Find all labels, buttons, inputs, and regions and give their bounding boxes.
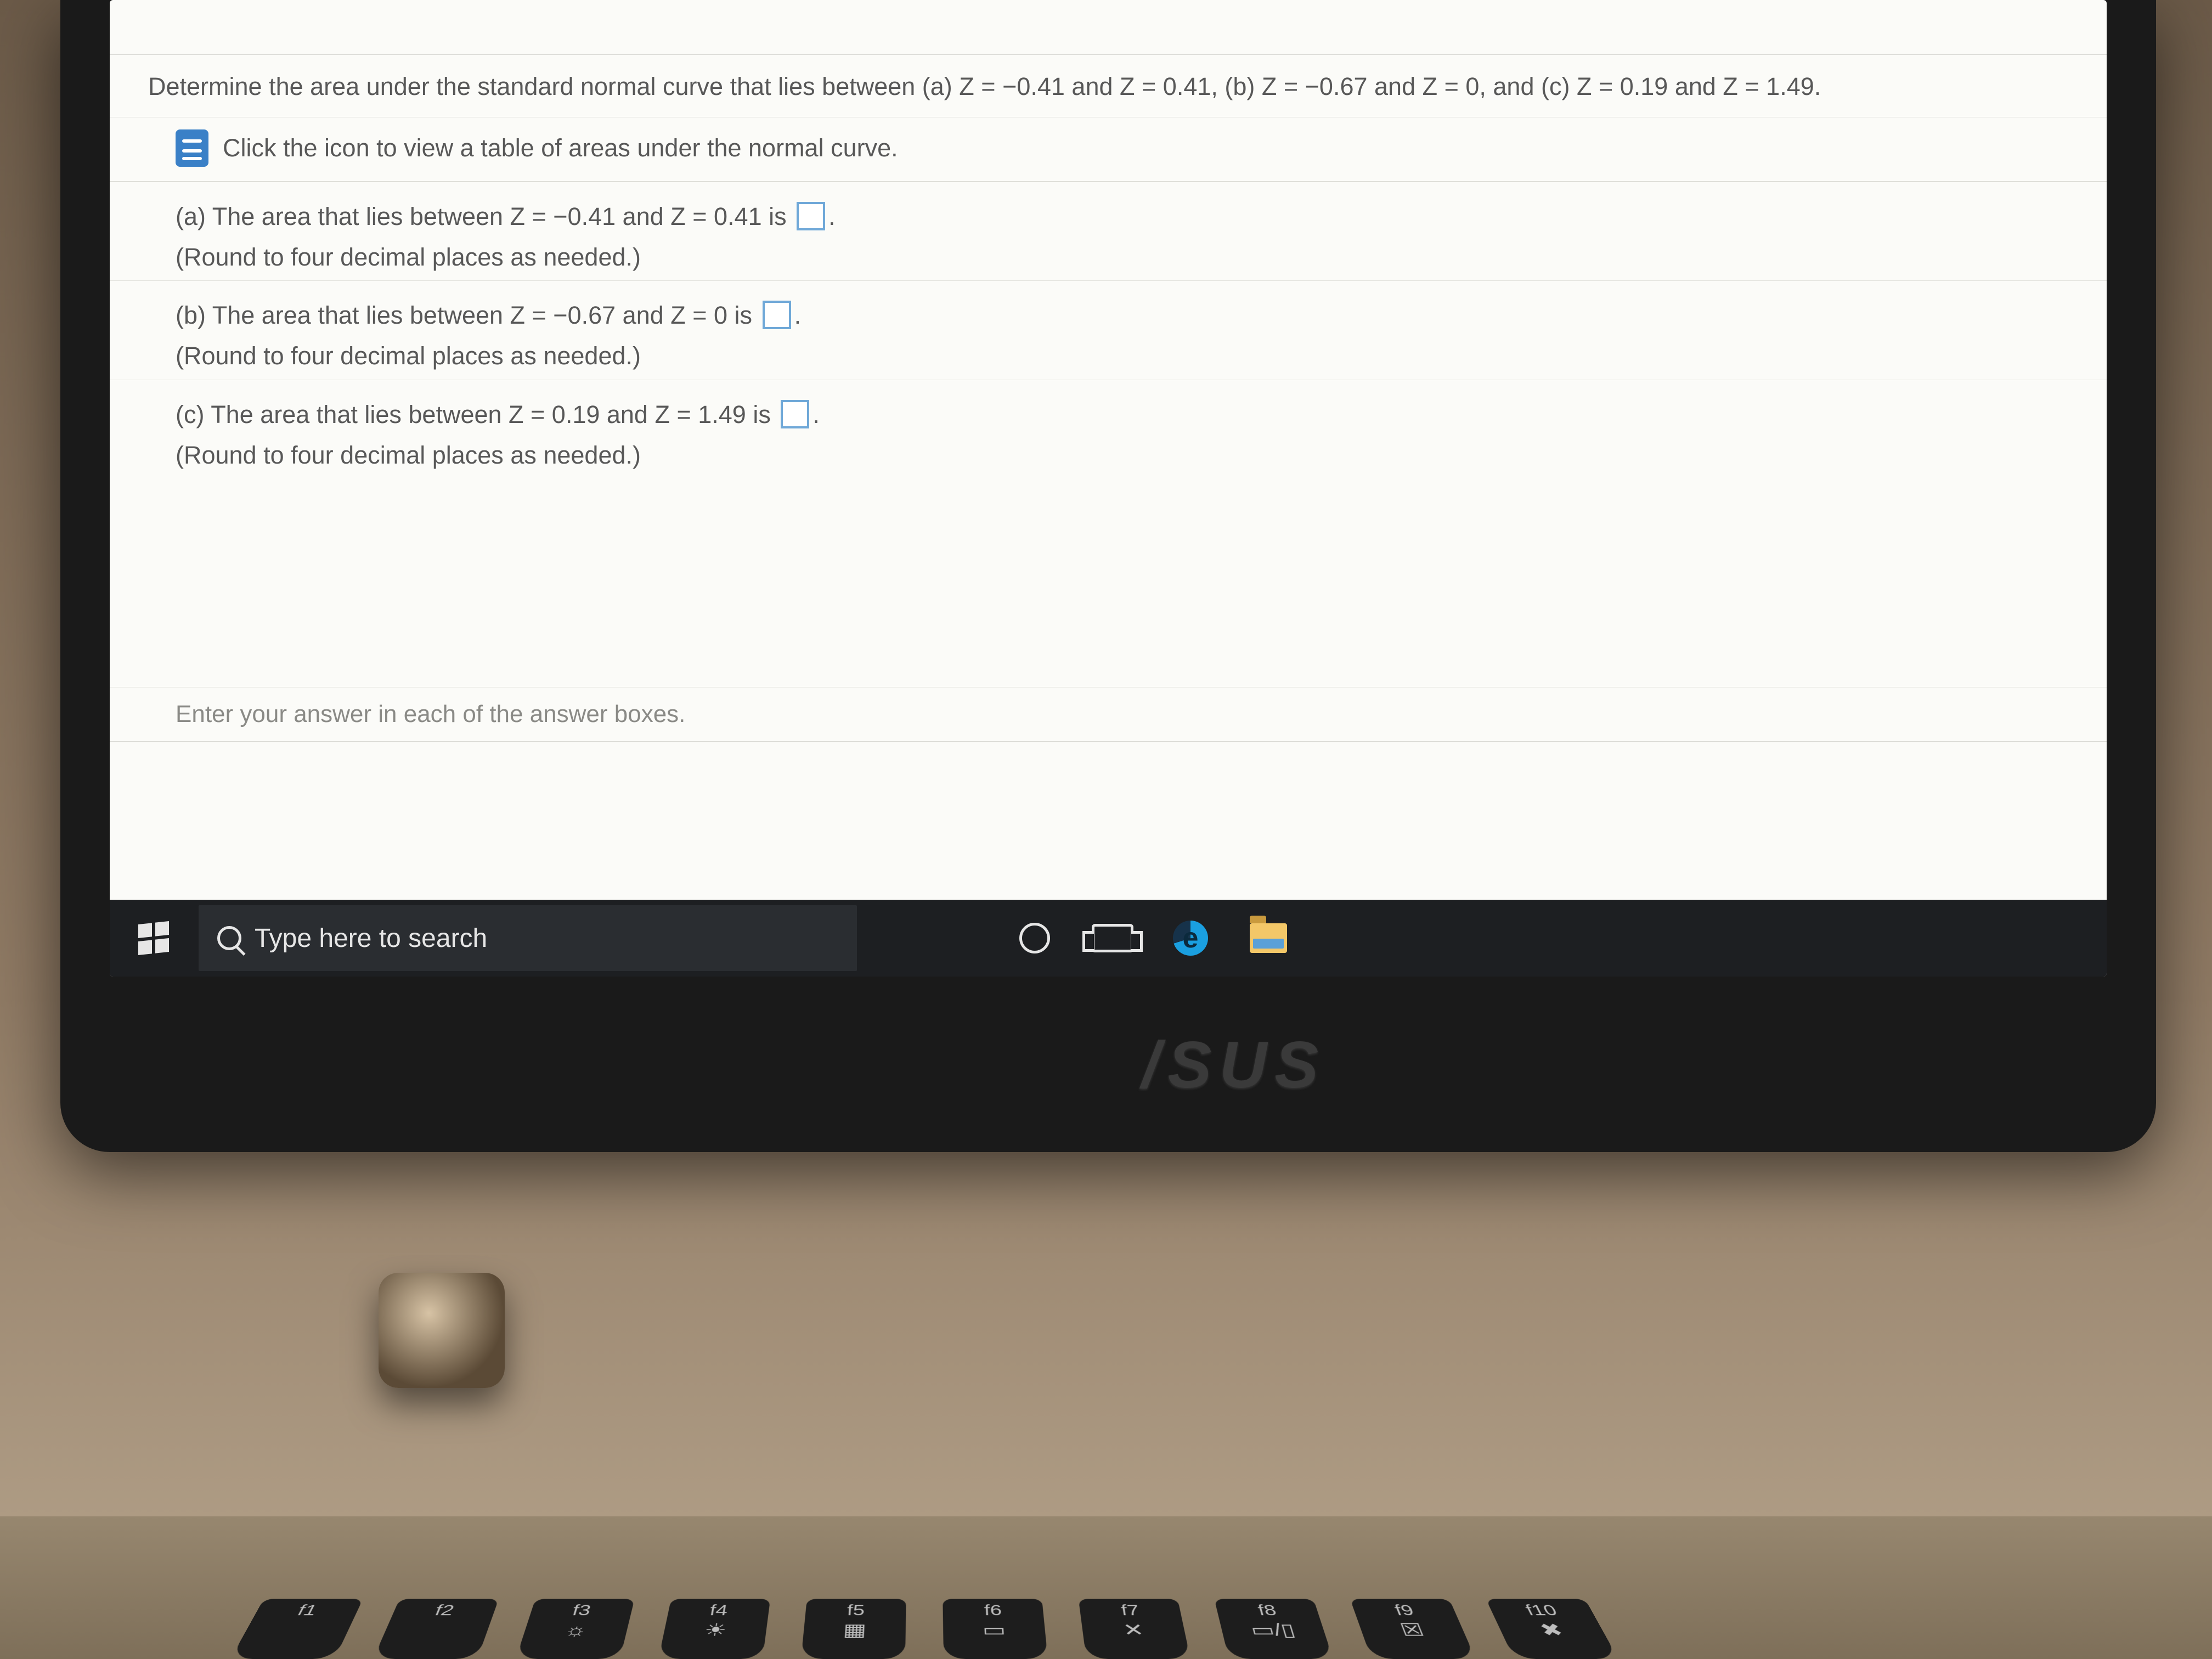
normal-table-link-text: Click the icon to view a table of areas … bbox=[223, 134, 898, 162]
laptop-hinge bbox=[379, 1273, 505, 1388]
edge-icon bbox=[1173, 921, 1208, 956]
key-f8: f8▭/▯ bbox=[1214, 1599, 1333, 1659]
part-c-text: The area that lies between Z = 0.19 and … bbox=[211, 400, 771, 428]
key-f3: f3☼ bbox=[516, 1599, 635, 1659]
browser-chrome-spacer bbox=[110, 0, 2107, 55]
part-a-text: The area that lies between Z = −0.41 and… bbox=[212, 202, 787, 230]
folder-icon bbox=[1250, 923, 1287, 953]
key-f9: f9☒ bbox=[1350, 1599, 1476, 1659]
part-a-label: (a) bbox=[176, 202, 206, 230]
key-f5: f5▦ bbox=[801, 1599, 906, 1659]
period: . bbox=[828, 202, 836, 230]
key-f6: f6▭ bbox=[943, 1599, 1048, 1659]
key-f7: f7✕ bbox=[1079, 1599, 1190, 1659]
windows-logo-icon bbox=[138, 921, 169, 955]
task-view-icon bbox=[1092, 924, 1133, 952]
keyboard-deck: f1 f2 f3☼ f4☀ f5▦ f6▭ f7✕ f8▭/▯ f9☒ f10✖ bbox=[0, 1516, 2212, 1659]
windows-taskbar: Type here to search bbox=[110, 900, 2107, 977]
cortana-button[interactable] bbox=[1002, 905, 1068, 971]
function-key-row: f1 f2 f3☼ f4☀ f5▦ f6▭ f7✕ f8▭/▯ f9☒ f10✖ bbox=[230, 1599, 1618, 1659]
edge-browser-button[interactable] bbox=[1158, 905, 1223, 971]
search-icon bbox=[217, 926, 241, 950]
part-b-text: The area that lies between Z = −0.67 and… bbox=[212, 301, 752, 329]
search-placeholder: Type here to search bbox=[255, 923, 487, 953]
part-a: (a) The area that lies between Z = −0.41… bbox=[110, 182, 2107, 281]
answer-input-b[interactable] bbox=[763, 301, 791, 329]
start-button[interactable] bbox=[121, 905, 187, 971]
taskbar-search[interactable]: Type here to search bbox=[199, 905, 857, 971]
part-b-label: (b) bbox=[176, 301, 206, 329]
question-panel: Determine the area under the standard no… bbox=[110, 0, 2107, 900]
document-icon bbox=[176, 129, 208, 167]
footer-instruction: Enter your answer in each of the answer … bbox=[110, 687, 2107, 742]
key-f1: f1 bbox=[230, 1599, 363, 1659]
footer-instruction-text: Enter your answer in each of the answer … bbox=[176, 701, 685, 727]
task-view-button[interactable] bbox=[1080, 905, 1146, 971]
key-f4: f4☀ bbox=[658, 1599, 770, 1659]
file-explorer-button[interactable] bbox=[1235, 905, 1301, 971]
laptop-brand-label: /SUS bbox=[1142, 1027, 1326, 1103]
part-a-round: (Round to four decimal places as needed.… bbox=[176, 238, 2068, 276]
laptop-bezel: Determine the area under the standard no… bbox=[60, 0, 2156, 1152]
period: . bbox=[794, 301, 802, 329]
part-c: (c) The area that lies between Z = 0.19 … bbox=[110, 380, 2107, 479]
cortana-icon bbox=[1019, 923, 1050, 953]
key-f10: f10✖ bbox=[1486, 1599, 1618, 1659]
whitespace bbox=[110, 478, 2107, 687]
screen: Determine the area under the standard no… bbox=[110, 0, 2107, 977]
question-prompt: Determine the area under the standard no… bbox=[110, 55, 2107, 117]
normal-table-link[interactable]: Click the icon to view a table of areas … bbox=[110, 117, 2107, 182]
key-f2: f2 bbox=[373, 1599, 499, 1659]
prompt-text: Determine the area under the standard no… bbox=[148, 72, 1821, 100]
part-c-round: (Round to four decimal places as needed.… bbox=[176, 436, 2068, 475]
answer-input-c[interactable] bbox=[781, 400, 809, 428]
part-b-round: (Round to four decimal places as needed.… bbox=[176, 337, 2068, 375]
period: . bbox=[812, 400, 820, 428]
answer-input-a[interactable] bbox=[797, 202, 825, 230]
part-c-label: (c) bbox=[176, 400, 204, 428]
part-b: (b) The area that lies between Z = −0.67… bbox=[110, 280, 2107, 380]
